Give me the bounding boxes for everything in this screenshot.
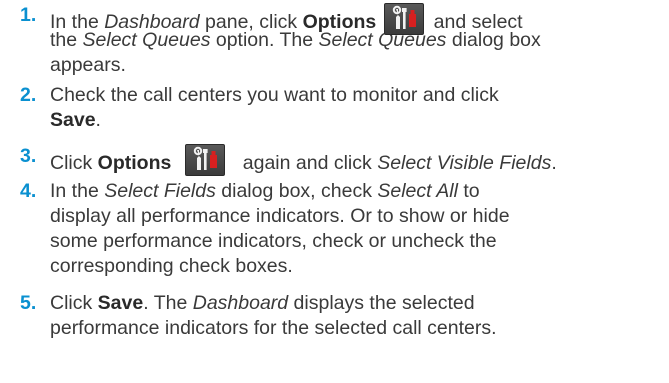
dashboard-ref: Dashboard: [192, 292, 289, 314]
step-1: 1. In the Dashboard pane, click Options …: [0, 3, 669, 78]
step-number: 4.: [20, 180, 37, 202]
step-4: 4. In the Select Fields dialog box, chec…: [0, 179, 669, 279]
options-label: Options: [97, 152, 172, 174]
select-queues-dialog-ref: Select Queues: [318, 29, 447, 51]
instruction-steps: 1. In the Dashboard pane, click Options …: [0, 0, 669, 383]
step-number: 3.: [20, 145, 37, 167]
select-queues-option-ref: Select Queues: [82, 29, 211, 51]
step-2: 2. Check the call centers you want to mo…: [0, 83, 669, 133]
step-text: In the Dashboard pane, click Options and…: [50, 3, 655, 78]
step-number: 2.: [20, 84, 37, 106]
step-text: Click Options again and click Select Vis…: [50, 144, 655, 176]
select-visible-fields-ref: Select Visible Fields: [377, 152, 552, 174]
save-label: Save: [50, 109, 96, 131]
select-fields-dialog-ref: Select Fields: [104, 180, 216, 202]
step-number: 5.: [20, 292, 37, 314]
step-3: 3. Click Options again and click Select …: [0, 144, 669, 176]
step-number: 1.: [20, 4, 37, 26]
tools-icon: [384, 3, 425, 35]
tools-icon: [185, 144, 226, 176]
step-5: 5. Click Save. The Dashboard displays th…: [0, 291, 669, 341]
step-text: Click Save. The Dashboard displays the s…: [50, 292, 497, 339]
save-label: Save: [97, 292, 144, 314]
step-text: Check the call centers you want to monit…: [50, 84, 499, 131]
select-all-ref: Select All: [377, 180, 458, 202]
step-text: In the Select Fields dialog box, check S…: [50, 180, 510, 277]
